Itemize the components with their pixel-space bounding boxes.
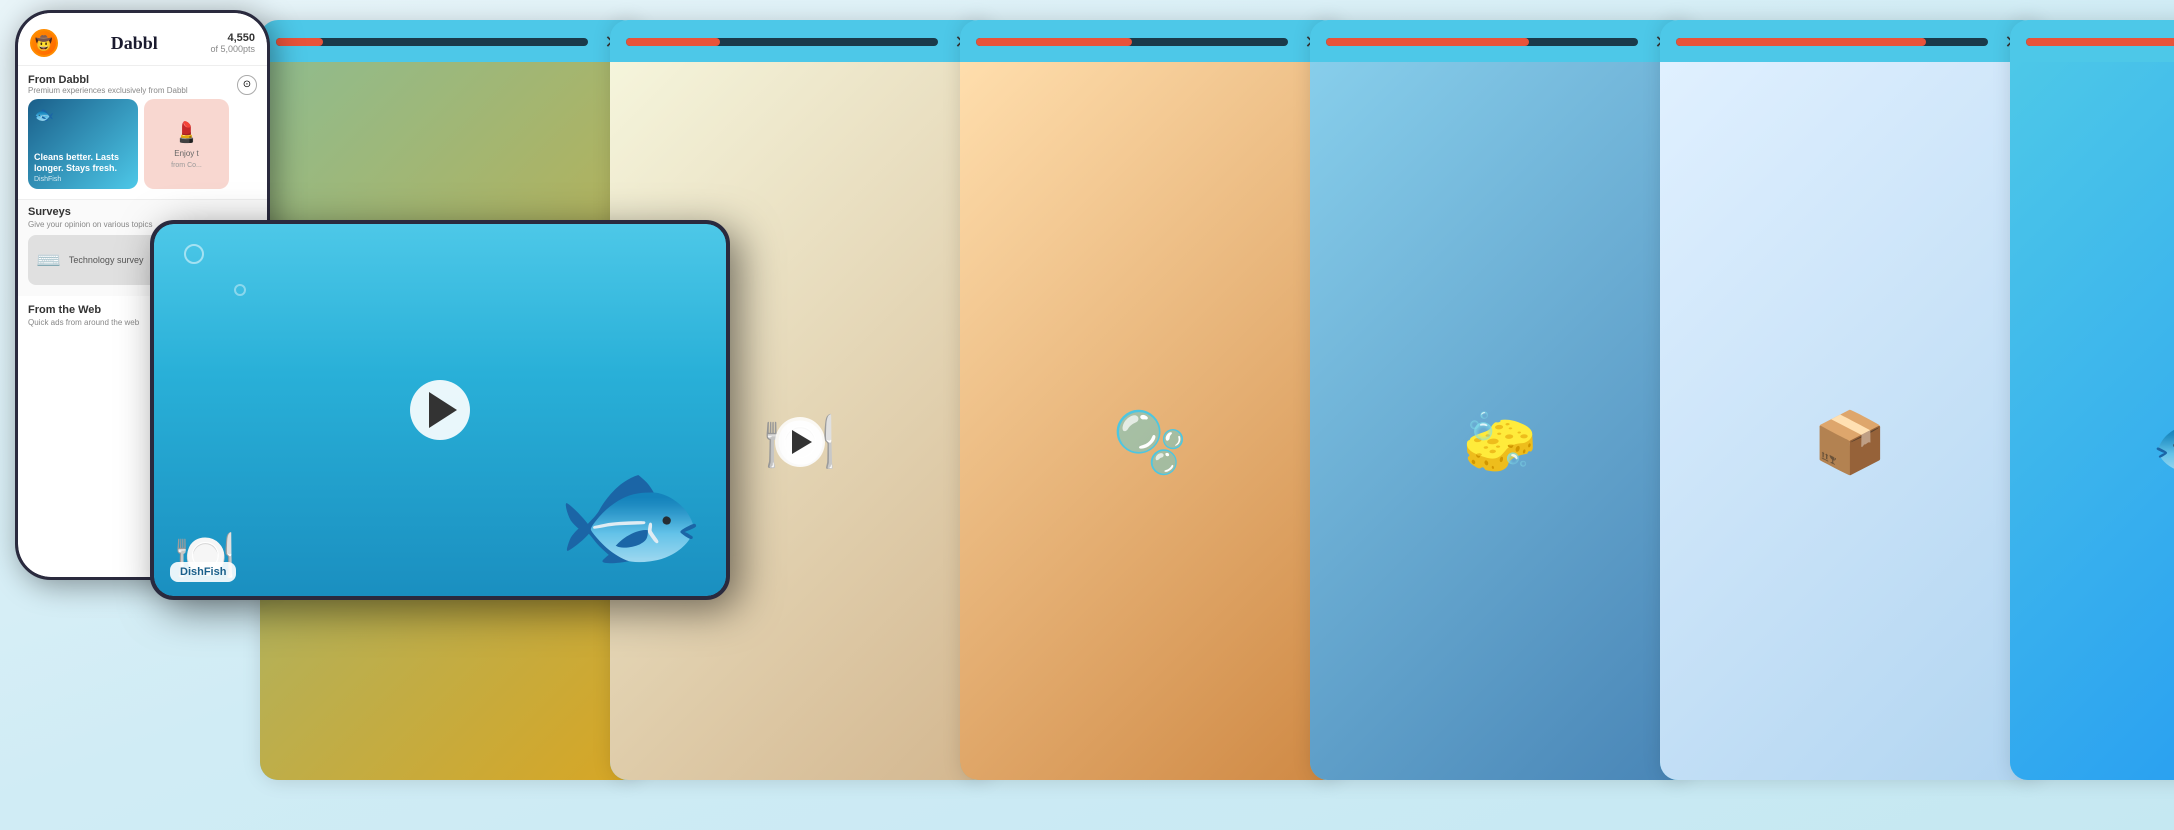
phone-points: 4,550 of 5,000pts [210,32,255,54]
card-4-header: ✕ [1310,20,1690,62]
card-6-progress-fill [2026,38,2174,46]
video-play-overlay[interactable] [775,417,825,467]
survey-item-1-text: Technology survey [69,255,144,265]
phone-logo: Dabbl [111,33,158,54]
card-6-header: ✕ [2010,20,2174,62]
from-dabbl-title-group: From Dabbl Premium experiences exclusive… [28,74,188,95]
card-6-progress-bg [2026,38,2174,46]
tablet-screen: 🐟 🍽️ DishFish [154,224,726,596]
dishfish-mini-text: Cleans better. Lasts longer. Stays fresh… [34,152,132,174]
tablet-device: 🐟 🍽️ DishFish [150,220,730,600]
phone-mini-card-2-brand: from Co... [171,162,202,169]
card-3-progress-bg [976,38,1288,46]
survey-card-3: ✕ 🫧 How does DishFish resist bacteria od… [960,20,1340,780]
video-play-icon [792,430,812,454]
from-dabbl-settings-icon[interactable]: ⊙ [237,75,257,95]
phone-header: 🤠 Dabbl 4,550 of 5,000pts [18,21,267,66]
from-dabbl-title: From Dabbl [28,74,188,86]
surveys-title: Surveys [28,206,257,218]
hands-emoji: 🫧 [1113,407,1188,478]
card-5-progress-fill [1676,38,1926,46]
card-2-progress-bg [626,38,938,46]
card-1-progress-bg [276,38,588,46]
fish-character: 🐟 [557,446,706,586]
survey-card-5: ✕ 📦 Now that you've met DishFish, do you… [1660,20,2040,780]
phone-mini-card-dishfish[interactable]: 🐟 Cleans better. Lasts longer. Stays fre… [28,99,138,189]
dishfish-mini-brand: DishFish [34,176,132,183]
from-dabbl-subtitle: Premium experiences exclusively from Dab… [28,86,188,95]
card-4-progress-fill [1326,38,1529,46]
survey-card-4: ✕ 🧽 of the above ForeverFresh Foam™ smel… [1310,20,1690,780]
card-1-header: ✕ [260,20,640,62]
sponge2-emoji: 🧽 [1463,407,1538,478]
card-2-header: ✕ [610,20,990,62]
phone-avatar: 🤠 [30,29,58,57]
phone-mini-card-2[interactable]: 💄 Enjoy t from Co... [144,99,229,189]
card-4-progress-bg [1326,38,1638,46]
card-4-image: 🧽 [1310,62,1690,780]
card-5-progress-bg [1676,38,1988,46]
tablet-brand-label: DishFish [170,562,236,582]
bubble-2 [234,284,246,296]
card-2-progress-fill [626,38,720,46]
card-5-header: ✕ [1660,20,2040,62]
card-3-image: 🫧 [960,62,1340,780]
card-3-header: ✕ [960,20,1340,62]
dishfish-mini-logo: 🐟 [34,105,54,125]
fish-promo-emoji: 🐟 [2150,395,2174,489]
survey-card-6: ✕ 🐟 🐟 DishFish Try us today & use our Da… [2010,20,2174,780]
phone-mini-cards-row: 🐟 Cleans better. Lasts longer. Stays fre… [18,99,267,199]
bubble-1 [184,244,204,264]
phone-mini-card-2-icon: 💄 [174,120,199,145]
card-6-image: 🐟 [2010,62,2174,780]
card-3-progress-fill [976,38,1132,46]
phone-mini-card-2-text: Enjoy t [170,149,202,158]
survey-item-1-icon: ⌨️ [36,248,61,273]
tablet-play-button[interactable] [410,380,470,440]
card-5-image: 📦 [1660,62,2040,780]
card-1-progress-fill [276,38,323,46]
tablet-play-icon [429,392,457,428]
from-dabbl-header: From Dabbl Premium experiences exclusive… [18,66,267,99]
product-emoji: 📦 [1813,407,1888,478]
scene: ✕ 🧽 What do you hate the most about your… [0,0,2174,830]
phone-status-bar [18,13,267,21]
